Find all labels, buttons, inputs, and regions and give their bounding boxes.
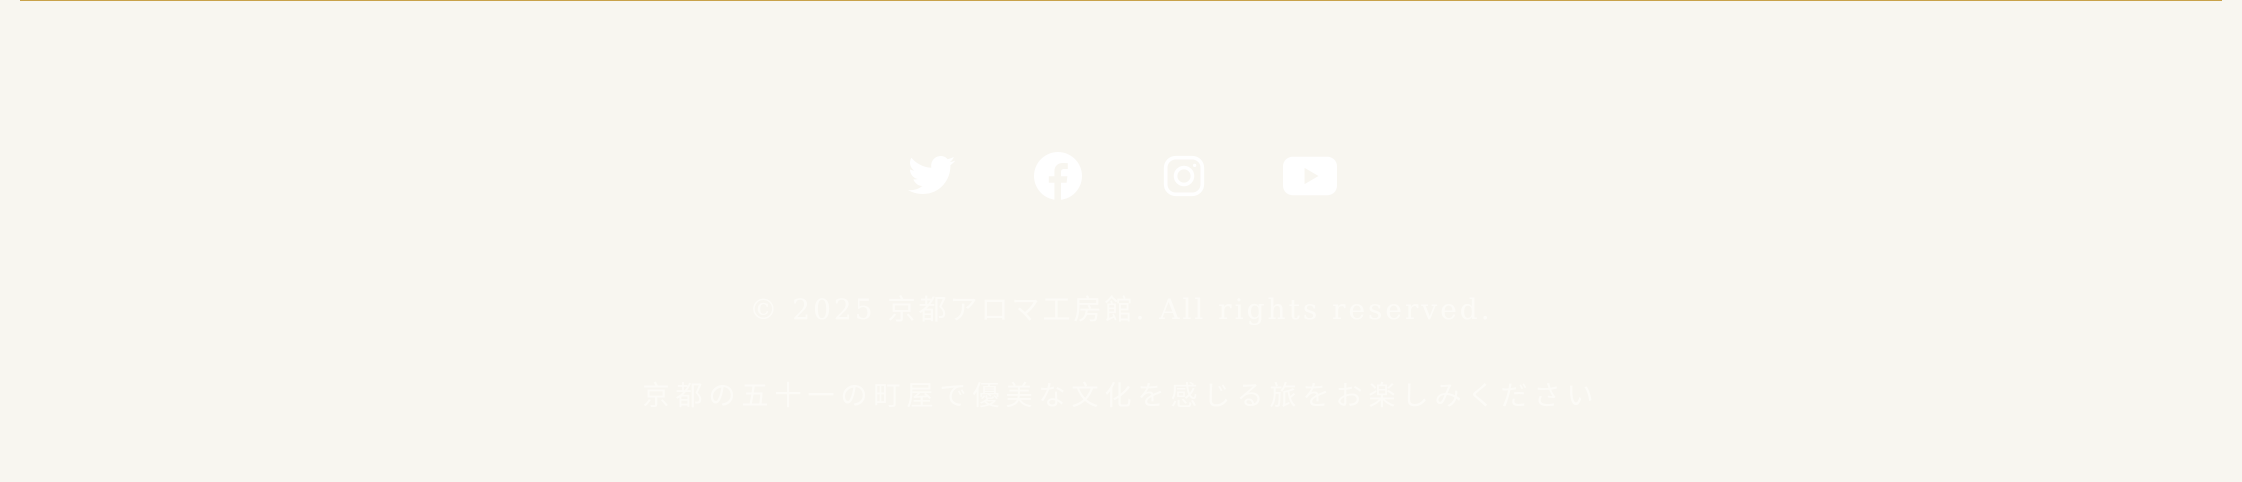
social-links — [0, 150, 2242, 202]
youtube-link[interactable] — [1283, 150, 1337, 202]
site-footer: © 2025 京都アロマ工房館. All rights reserved. 京都… — [0, 0, 2242, 482]
twitter-link[interactable] — [907, 150, 957, 202]
youtube-icon — [1283, 156, 1337, 196]
facebook-icon — [1034, 152, 1082, 200]
facebook-link[interactable] — [1033, 150, 1083, 202]
copyright-text: © 2025 京都アロマ工房館. All rights reserved. — [749, 293, 1493, 326]
instagram-icon — [1162, 154, 1206, 198]
instagram-link[interactable] — [1159, 150, 1209, 202]
top-divider — [20, 0, 2222, 1]
footer-tagline: 京都の五十一の町屋で優美な文化を感じる旅をお楽しみください — [642, 381, 1600, 412]
twitter-icon — [908, 156, 956, 196]
